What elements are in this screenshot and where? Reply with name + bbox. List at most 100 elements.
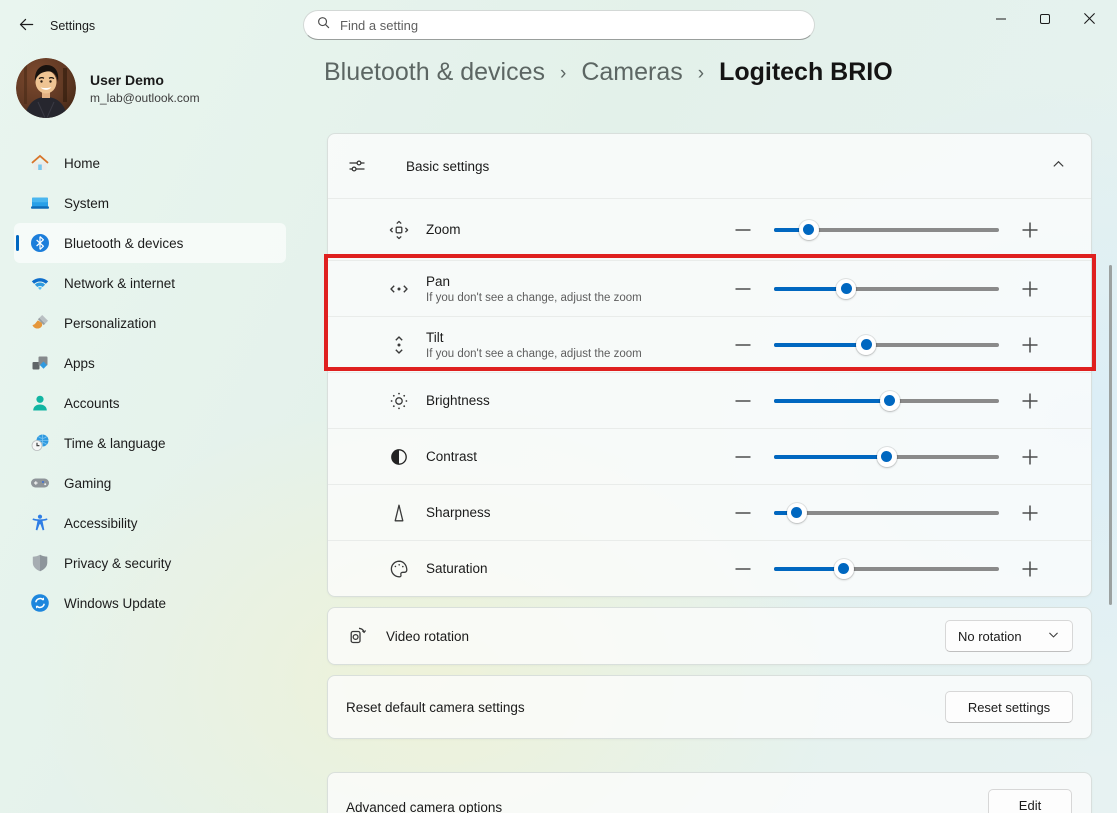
slider-control bbox=[732, 278, 1091, 300]
sidebar-item-windows-update[interactable]: Windows Update bbox=[14, 583, 286, 623]
decrease-button[interactable] bbox=[732, 278, 754, 300]
sidebar-item-apps[interactable]: Apps bbox=[14, 343, 286, 383]
slider-fill bbox=[774, 343, 866, 347]
setting-label: Pan bbox=[426, 274, 642, 289]
decrease-button[interactable] bbox=[732, 446, 754, 468]
decrease-button[interactable] bbox=[732, 219, 754, 241]
accessibility-icon bbox=[30, 513, 50, 533]
increase-button[interactable] bbox=[1019, 558, 1041, 580]
sidebar-item-bluetooth-devices[interactable]: Bluetooth & devices bbox=[14, 223, 286, 263]
back-button[interactable] bbox=[13, 13, 39, 39]
setting-row-tilt: Tilt If you don't see a change, adjust t… bbox=[328, 316, 1091, 372]
app-title: Settings bbox=[50, 19, 95, 33]
increase-button[interactable] bbox=[1019, 446, 1041, 468]
sidebar-item-gaming[interactable]: Gaming bbox=[14, 463, 286, 503]
slider-fill bbox=[774, 455, 887, 459]
decrease-button[interactable] bbox=[732, 334, 754, 356]
setting-row-saturation: Saturation bbox=[328, 540, 1091, 596]
sidebar-item-label: Windows Update bbox=[64, 596, 166, 611]
basic-settings-header[interactable]: Basic settings bbox=[328, 134, 1091, 198]
sidebar-item-label: Accounts bbox=[64, 396, 120, 411]
sidebar-item-personalization[interactable]: Personalization bbox=[14, 303, 286, 343]
sidebar-item-accessibility[interactable]: Accessibility bbox=[14, 503, 286, 543]
sidebar-item-system[interactable]: System bbox=[14, 183, 286, 223]
tilt-icon bbox=[388, 334, 410, 356]
setting-label: Sharpness bbox=[426, 505, 491, 520]
setting-sublabel: If you don't see a change, adjust the zo… bbox=[426, 292, 642, 304]
decrease-button[interactable] bbox=[732, 390, 754, 412]
slider-track[interactable] bbox=[774, 503, 999, 523]
sidebar-item-network-internet[interactable]: Network & internet bbox=[14, 263, 286, 303]
saturation-icon bbox=[388, 558, 410, 580]
search-box[interactable] bbox=[303, 10, 815, 40]
slider-track[interactable] bbox=[774, 279, 999, 299]
sidebar-item-privacy-security[interactable]: Privacy & security bbox=[14, 543, 286, 583]
slider-thumb[interactable] bbox=[877, 447, 897, 467]
maximize-button[interactable] bbox=[1023, 4, 1067, 36]
sidebar-item-time-language[interactable]: Time & language bbox=[14, 423, 286, 463]
close-icon bbox=[1083, 12, 1096, 28]
breadcrumb: Bluetooth & devices › Cameras › Logitech… bbox=[324, 58, 893, 87]
slider-thumb[interactable] bbox=[836, 279, 856, 299]
slider-track[interactable] bbox=[774, 447, 999, 467]
slider-control bbox=[732, 219, 1091, 241]
slider-track[interactable] bbox=[774, 335, 999, 355]
decrease-button[interactable] bbox=[732, 558, 754, 580]
sharpness-icon bbox=[388, 502, 410, 524]
breadcrumb-separator: › bbox=[560, 63, 566, 85]
minimize-button[interactable] bbox=[979, 4, 1023, 36]
search-input[interactable] bbox=[340, 18, 802, 33]
collapse-button[interactable] bbox=[1051, 157, 1066, 175]
setting-row-contrast: Contrast bbox=[328, 428, 1091, 484]
setting-row-brightness: Brightness bbox=[328, 372, 1091, 428]
increase-button[interactable] bbox=[1019, 219, 1041, 241]
video-rotation-icon bbox=[346, 625, 368, 647]
time-language-icon bbox=[30, 433, 50, 453]
vertical-scrollbar[interactable] bbox=[1109, 265, 1112, 605]
sidebar-item-home[interactable]: Home bbox=[14, 143, 286, 183]
avatar bbox=[16, 58, 76, 118]
breadcrumb-cameras[interactable]: Cameras bbox=[581, 58, 682, 87]
advanced-options-card: Advanced camera options Edit bbox=[327, 772, 1092, 813]
slider-thumb[interactable] bbox=[799, 220, 819, 240]
search-icon bbox=[316, 15, 331, 35]
setting-label: Zoom bbox=[426, 222, 461, 237]
user-profile[interactable]: User Demo m_lab@outlook.com bbox=[16, 58, 200, 118]
slider-thumb[interactable] bbox=[834, 559, 854, 579]
sidebar-item-label: Apps bbox=[64, 356, 95, 371]
sidebar-item-label: Accessibility bbox=[64, 516, 138, 531]
slider-thumb[interactable] bbox=[856, 335, 876, 355]
slider-thumb[interactable] bbox=[787, 503, 807, 523]
edit-button[interactable]: Edit bbox=[988, 789, 1072, 813]
breadcrumb-bluetooth-devices[interactable]: Bluetooth & devices bbox=[324, 58, 545, 87]
accounts-icon bbox=[30, 393, 50, 413]
slider-track[interactable] bbox=[774, 220, 999, 240]
close-button[interactable] bbox=[1067, 4, 1111, 36]
increase-button[interactable] bbox=[1019, 390, 1041, 412]
sidebar-item-label: Personalization bbox=[64, 316, 156, 331]
contrast-icon bbox=[388, 446, 410, 468]
increase-button[interactable] bbox=[1019, 334, 1041, 356]
setting-sublabel: If you don't see a change, adjust the zo… bbox=[426, 348, 642, 360]
sidebar-item-accounts[interactable]: Accounts bbox=[14, 383, 286, 423]
slider-thumb[interactable] bbox=[880, 391, 900, 411]
slider-track[interactable] bbox=[774, 391, 999, 411]
advanced-options-label: Advanced camera options bbox=[346, 800, 502, 813]
brightness-icon bbox=[388, 390, 410, 412]
sidebar-item-label: System bbox=[64, 196, 109, 211]
setting-row-zoom: Zoom bbox=[328, 198, 1091, 260]
video-rotation-dropdown[interactable]: No rotation bbox=[945, 620, 1073, 652]
slider-track[interactable] bbox=[774, 559, 999, 579]
video-rotation-label: Video rotation bbox=[386, 629, 469, 644]
video-rotation-selected: No rotation bbox=[958, 629, 1022, 644]
increase-button[interactable] bbox=[1019, 278, 1041, 300]
bluetooth-icon bbox=[30, 233, 50, 253]
privacy-icon bbox=[30, 553, 50, 573]
active-accent-bar bbox=[16, 235, 19, 251]
decrease-button[interactable] bbox=[732, 502, 754, 524]
setting-label: Saturation bbox=[426, 561, 488, 576]
increase-button[interactable] bbox=[1019, 502, 1041, 524]
slider-control bbox=[732, 334, 1091, 356]
breadcrumb-separator: › bbox=[698, 63, 704, 85]
reset-settings-button[interactable]: Reset settings bbox=[945, 691, 1073, 723]
